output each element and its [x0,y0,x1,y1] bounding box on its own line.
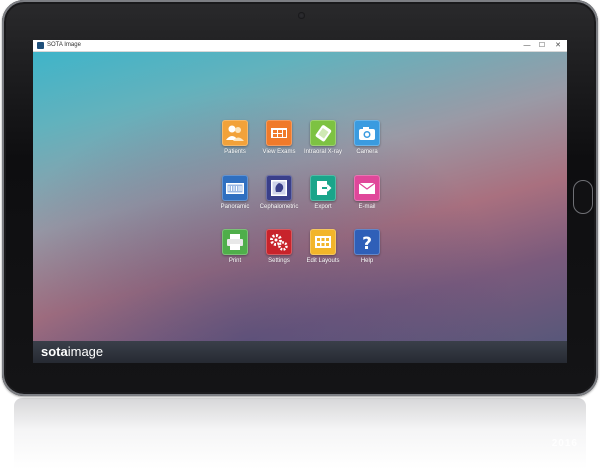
tile-label: E-mail [358,204,376,210]
email-tile[interactable]: E-mail [339,175,395,223]
edit-layouts-icon [310,229,336,255]
email-icon [354,175,380,201]
view-exams-icon [266,120,292,146]
maximize-button[interactable]: ☐ [535,40,549,51]
app-logo-icon [37,42,44,49]
scene: 2016 SOTA Image — ☐ ✕ Patients View Exam… [0,0,600,469]
print-icon [222,229,248,255]
camera-icon [354,120,380,146]
app-window: SOTA Image — ☐ ✕ Patients View Exams Int… [33,40,567,363]
help-tile[interactable]: ? Help [339,229,395,277]
window-title: SOTA Image [47,42,81,48]
svg-text:?: ? [362,234,372,254]
home-button[interactable] [573,180,593,214]
patients-icon [222,120,248,146]
reflection-text: 2016 [551,438,578,449]
close-button[interactable]: ✕ [551,40,565,51]
settings-icon [266,229,292,255]
cephalometric-icon [266,175,292,201]
panoramic-icon [222,175,248,201]
tablet-reflection [14,398,586,469]
title-bar: SOTA Image — ☐ ✕ [33,40,567,52]
brand-bar: sotaimage [33,341,567,363]
intraoral-xray-icon [310,120,336,146]
brand-logo: sotaimage [41,344,104,359]
camera-tile[interactable]: Camera [339,120,395,168]
minimize-button[interactable]: — [520,40,534,51]
camera-lens-icon [298,12,305,19]
export-icon [310,175,336,201]
tile-label: Help [360,258,374,264]
help-icon: ? [354,229,380,255]
tile-label: Camera [356,149,378,155]
launcher-area: Patients View Exams Intraoral X-ray Came… [33,52,567,341]
